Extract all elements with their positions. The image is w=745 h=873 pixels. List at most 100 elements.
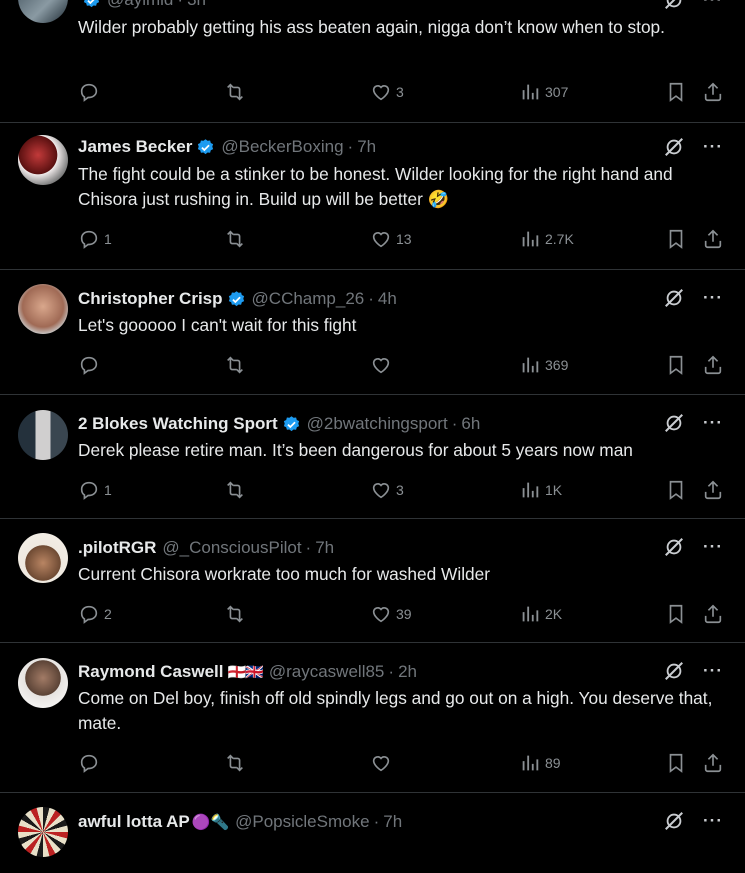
- separator-dot: ·: [305, 538, 312, 557]
- more-icon[interactable]: ···: [703, 288, 723, 308]
- retweet-button[interactable]: [224, 353, 250, 377]
- like-button[interactable]: 3: [370, 80, 404, 104]
- grok-icon[interactable]: [663, 136, 685, 158]
- retweet-button[interactable]: [224, 80, 250, 104]
- reply-icon: [78, 228, 100, 250]
- reply-button[interactable]: 1: [78, 478, 112, 502]
- more-icon[interactable]: ···: [703, 0, 723, 10]
- more-icon[interactable]: ···: [703, 537, 723, 557]
- grok-icon[interactable]: [663, 536, 685, 558]
- like-button[interactable]: [370, 353, 396, 377]
- timestamp[interactable]: 3h: [187, 0, 206, 10]
- handle[interactable]: @2bwatchingsport: [307, 414, 448, 434]
- views-button[interactable]: 307: [519, 80, 568, 104]
- bookmark-icon: [665, 228, 687, 250]
- avatar[interactable]: [18, 0, 68, 23]
- view-count: 307: [545, 84, 569, 100]
- bookmark-button[interactable]: [665, 751, 687, 775]
- bookmark-button[interactable]: [665, 227, 687, 251]
- share-button[interactable]: [702, 353, 724, 377]
- tweet[interactable]: Raymond Caswell 🏴󠁧󠁢󠁥󠁮󠁧󠁿🇬🇧 @raycaswell85 …: [0, 643, 745, 793]
- display-name[interactable]: 2 Blokes Watching Sport: [78, 414, 278, 434]
- timestamp[interactable]: 7h: [383, 812, 402, 832]
- retweet-button[interactable]: [224, 478, 250, 502]
- share-button[interactable]: [702, 80, 724, 104]
- share-icon: [702, 603, 724, 625]
- views-button[interactable]: 2K: [519, 602, 562, 626]
- bookmark-button[interactable]: [665, 353, 687, 377]
- tweet[interactable]: 2 Blokes Watching Sport @2bwatchingsport…: [0, 395, 745, 519]
- display-name[interactable]: .pilotRGR: [78, 538, 156, 558]
- reply-feed: @ayimid · 3h ··· Wilder probably getting…: [0, 0, 745, 873]
- views-button[interactable]: 2.7K: [519, 227, 574, 251]
- share-button[interactable]: [702, 751, 724, 775]
- views-button[interactable]: 89: [519, 751, 561, 775]
- more-icon[interactable]: ···: [703, 811, 723, 831]
- more-icon[interactable]: ···: [703, 137, 723, 157]
- reply-button[interactable]: 1: [78, 227, 112, 251]
- avatar[interactable]: [18, 284, 68, 334]
- reply-button[interactable]: 2: [78, 602, 112, 626]
- avatar[interactable]: [18, 533, 68, 583]
- grok-icon[interactable]: [663, 287, 685, 309]
- handle[interactable]: @BeckerBoxing: [221, 137, 343, 157]
- like-button[interactable]: 13: [370, 227, 412, 251]
- avatar[interactable]: [18, 807, 68, 857]
- tweet-header: .pilotRGR @_ConsciousPilot · 7h: [78, 536, 334, 560]
- flag-emoji-badge: 🏴󠁧󠁢󠁥󠁮󠁧󠁿🇬🇧: [227, 664, 264, 681]
- share-button[interactable]: [702, 478, 724, 502]
- timestamp[interactable]: 7h: [357, 137, 376, 157]
- bookmark-button[interactable]: [665, 478, 687, 502]
- bookmark-button[interactable]: [665, 80, 687, 104]
- bookmark-button[interactable]: [665, 602, 687, 626]
- more-icon[interactable]: ···: [703, 413, 723, 433]
- handle[interactable]: @_ConsciousPilot: [162, 538, 301, 558]
- retweet-icon: [224, 752, 246, 774]
- timestamp[interactable]: 4h: [378, 289, 397, 309]
- like-button[interactable]: [370, 751, 396, 775]
- retweet-button[interactable]: [224, 602, 250, 626]
- tweet[interactable]: James Becker @BeckerBoxing · 7h ··· The …: [0, 123, 745, 270]
- like-button[interactable]: 39: [370, 602, 412, 626]
- share-button[interactable]: [702, 602, 724, 626]
- reply-button[interactable]: [78, 353, 104, 377]
- tweet-text: Come on Del boy, finish off old spindly …: [78, 688, 713, 733]
- tweet[interactable]: Christopher Crisp @CChamp_26 · 4h ··· Le…: [0, 270, 745, 395]
- grok-icon[interactable]: [663, 0, 685, 11]
- like-button[interactable]: 3: [370, 478, 404, 502]
- action-bar: 369: [78, 353, 728, 377]
- handle[interactable]: @raycaswell85: [269, 662, 385, 682]
- tweet[interactable]: .pilotRGR @_ConsciousPilot · 7h ··· Curr…: [0, 519, 745, 643]
- retweet-button[interactable]: [224, 751, 250, 775]
- tweet-top-icons: ···: [663, 660, 723, 682]
- display-name[interactable]: James Becker: [78, 137, 192, 157]
- reply-button[interactable]: [78, 751, 104, 775]
- timestamp[interactable]: 2h: [398, 662, 417, 682]
- grok-icon[interactable]: [663, 660, 685, 682]
- handle[interactable]: @PopsicleSmoke: [235, 812, 369, 832]
- view-count: 89: [545, 755, 561, 771]
- reply-button[interactable]: [78, 80, 104, 104]
- grok-icon[interactable]: [663, 810, 685, 832]
- tweet[interactable]: @ayimid · 3h ··· Wilder probably getting…: [0, 0, 745, 123]
- handle[interactable]: @ayimid: [107, 0, 173, 10]
- avatar[interactable]: [18, 135, 68, 185]
- grok-icon[interactable]: [663, 412, 685, 434]
- retweet-button[interactable]: [224, 227, 250, 251]
- avatar[interactable]: [18, 410, 68, 460]
- display-name[interactable]: awful lotta AP: [78, 812, 190, 832]
- bookmark-icon: [665, 354, 687, 376]
- avatar[interactable]: [18, 658, 68, 708]
- share-icon: [702, 752, 724, 774]
- display-name[interactable]: Christopher Crisp: [78, 289, 223, 309]
- views-button[interactable]: 1K: [519, 478, 562, 502]
- handle[interactable]: @CChamp_26: [252, 289, 365, 309]
- timestamp[interactable]: 7h: [315, 538, 334, 558]
- tweet[interactable]: awful lotta AP 🟣🔦 @PopsicleSmoke · 7h ··…: [0, 793, 745, 873]
- more-icon[interactable]: ···: [703, 661, 723, 681]
- views-button[interactable]: 369: [519, 353, 568, 377]
- timestamp[interactable]: 6h: [461, 414, 480, 434]
- bookmark-icon: [665, 603, 687, 625]
- share-button[interactable]: [702, 227, 724, 251]
- display-name[interactable]: Raymond Caswell: [78, 662, 224, 682]
